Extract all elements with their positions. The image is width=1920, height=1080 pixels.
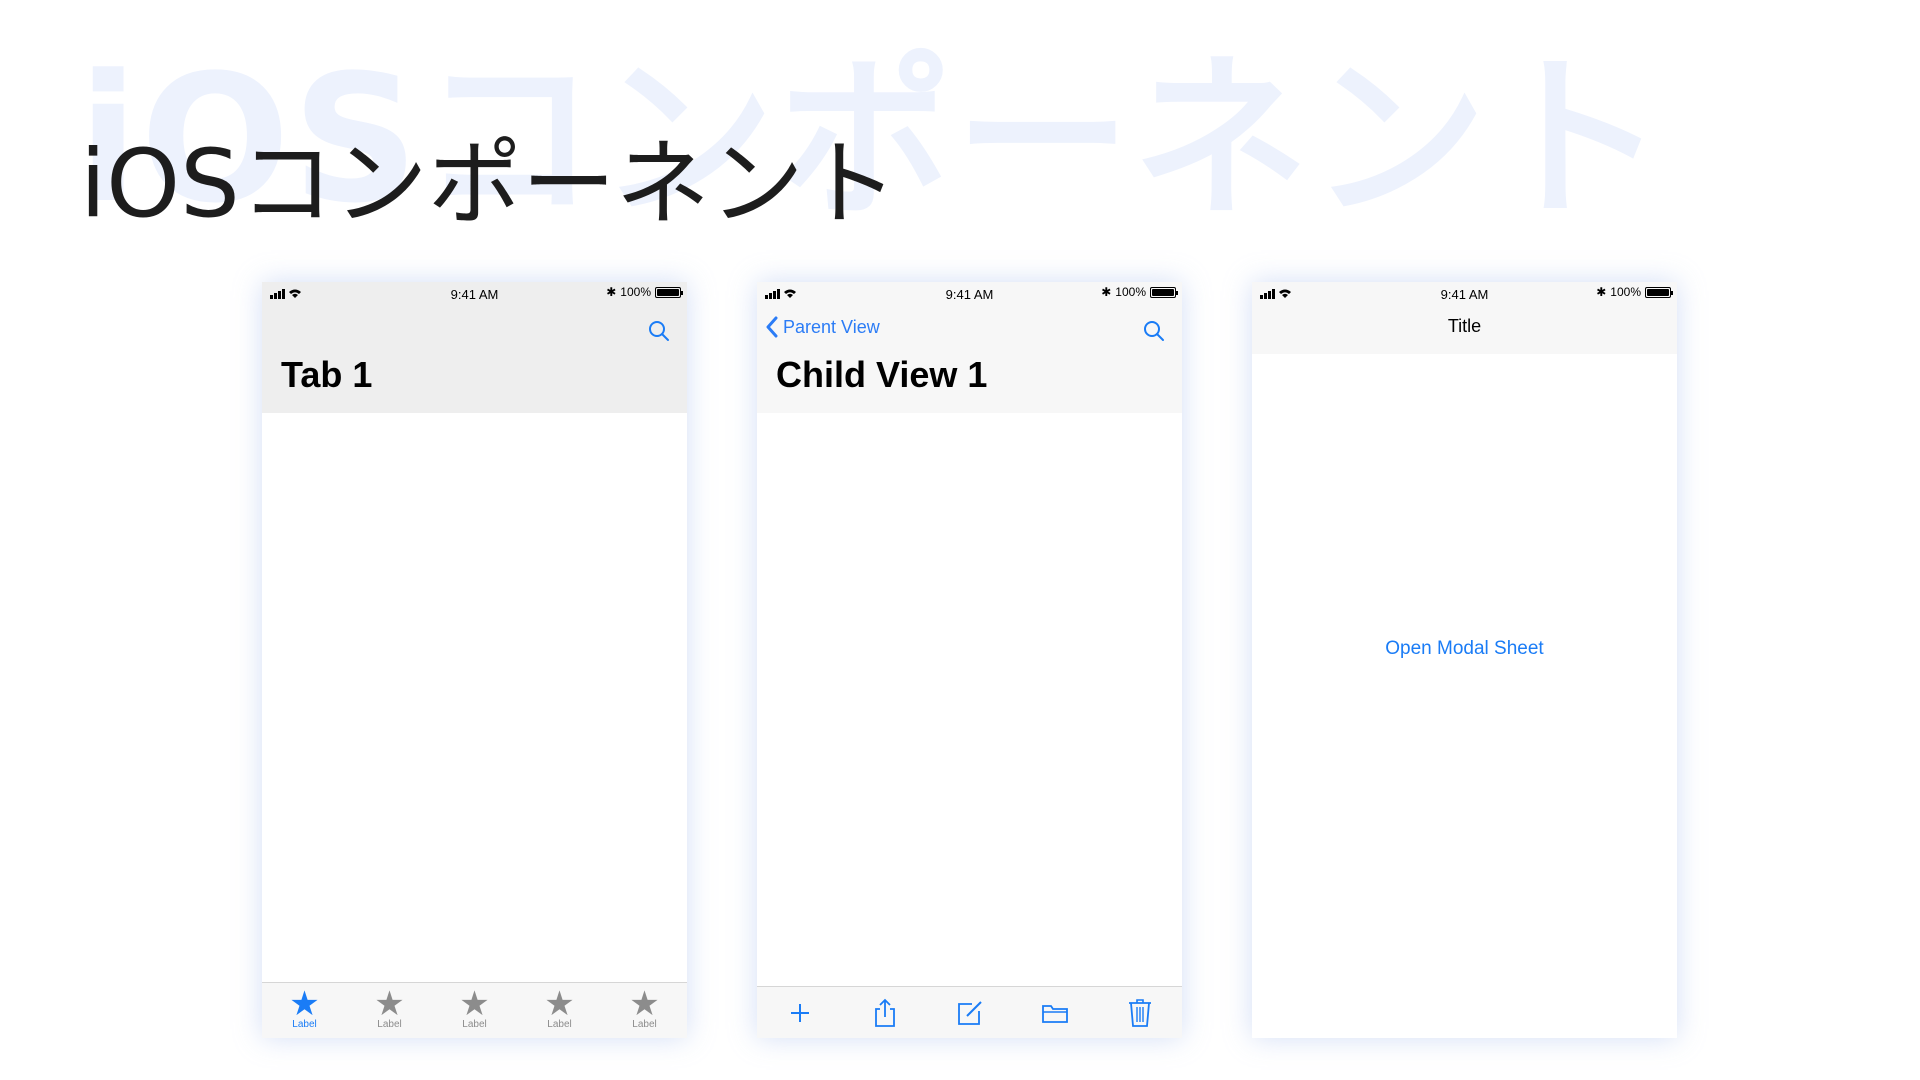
star-icon: ★: [629, 985, 660, 1023]
slide: iOSコンポーネント iOSコンポーネント 9:41 AM ✱ 100% Tab…: [0, 0, 1920, 1080]
battery-percent: 100%: [1115, 285, 1146, 299]
add-button[interactable]: [780, 995, 820, 1031]
tab-label: Label: [292, 1019, 317, 1030]
status-right: ✱ 100%: [1596, 285, 1673, 299]
tab-item[interactable]: ★ Label: [615, 987, 675, 1030]
back-label: Parent View: [783, 316, 880, 337]
status-bar: 9:41 AM ✱ 100%: [262, 282, 687, 304]
large-title: Tab 1: [281, 354, 373, 395]
compose-icon: [957, 1000, 982, 1025]
battery-icon: [655, 286, 683, 298]
tab-bar: ★ Label ★ Label ★ Label ★ Label ★ Label: [262, 982, 687, 1038]
tab-label: Label: [632, 1019, 657, 1030]
chevron-left-icon: [766, 316, 778, 338]
status-bar: 9:41 AM ✱ 100%: [1252, 282, 1677, 304]
folder-button[interactable]: [1035, 995, 1075, 1031]
battery-percent: 100%: [620, 285, 651, 299]
open-modal-sheet-link[interactable]: Open Modal Sheet: [1252, 638, 1677, 660]
battery-icon: [1150, 286, 1178, 298]
folder-icon: [1041, 1004, 1068, 1023]
phone-mockup-child: 9:41 AM ✱ 100% Parent View Child View 1: [757, 282, 1182, 1038]
status-right: ✱ 100%: [606, 285, 683, 299]
large-title: Child View 1: [776, 354, 988, 395]
star-icon: ★: [544, 985, 575, 1023]
add-icon: [790, 1003, 809, 1022]
phone-mockup-tab: 9:41 AM ✱ 100% Tab 1 ★ Label ★ Label ★ L…: [262, 282, 687, 1038]
trash-button[interactable]: [1120, 995, 1160, 1031]
compose-button[interactable]: [950, 995, 990, 1031]
bluetooth-icon: ✱: [606, 285, 617, 299]
star-icon: ★: [459, 985, 490, 1023]
bluetooth-icon: ✱: [1101, 285, 1112, 299]
slide-title: iOSコンポーネント: [80, 130, 898, 239]
tab-item[interactable]: ★ Label: [275, 987, 335, 1030]
toolbar: [757, 986, 1182, 1038]
nav-title: Title: [1447, 316, 1482, 336]
search-icon[interactable]: [647, 319, 671, 343]
tab-label: Label: [462, 1019, 487, 1030]
tab-item[interactable]: ★ Label: [445, 987, 505, 1030]
share-icon: [874, 998, 895, 1027]
back-button[interactable]: Parent View: [765, 316, 880, 338]
share-button[interactable]: [865, 995, 905, 1031]
status-bar: 9:41 AM ✱ 100%: [757, 282, 1182, 304]
battery-percent: 100%: [1610, 285, 1641, 299]
tab-item[interactable]: ★ Label: [360, 987, 420, 1030]
battery-icon: [1645, 286, 1673, 298]
tab-label: Label: [377, 1019, 402, 1030]
search-icon[interactable]: [1142, 319, 1166, 343]
tab-label: Label: [547, 1019, 572, 1030]
phone-mockup-modal: 9:41 AM ✱ 100% Title Open Modal Sheet: [1252, 282, 1677, 1038]
tab-item[interactable]: ★ Label: [530, 987, 590, 1030]
trash-icon: [1128, 998, 1151, 1027]
status-right: ✱ 100%: [1101, 285, 1178, 299]
star-icon: ★: [374, 985, 405, 1023]
bluetooth-icon: ✱: [1596, 285, 1607, 299]
star-icon: ★: [289, 985, 320, 1023]
